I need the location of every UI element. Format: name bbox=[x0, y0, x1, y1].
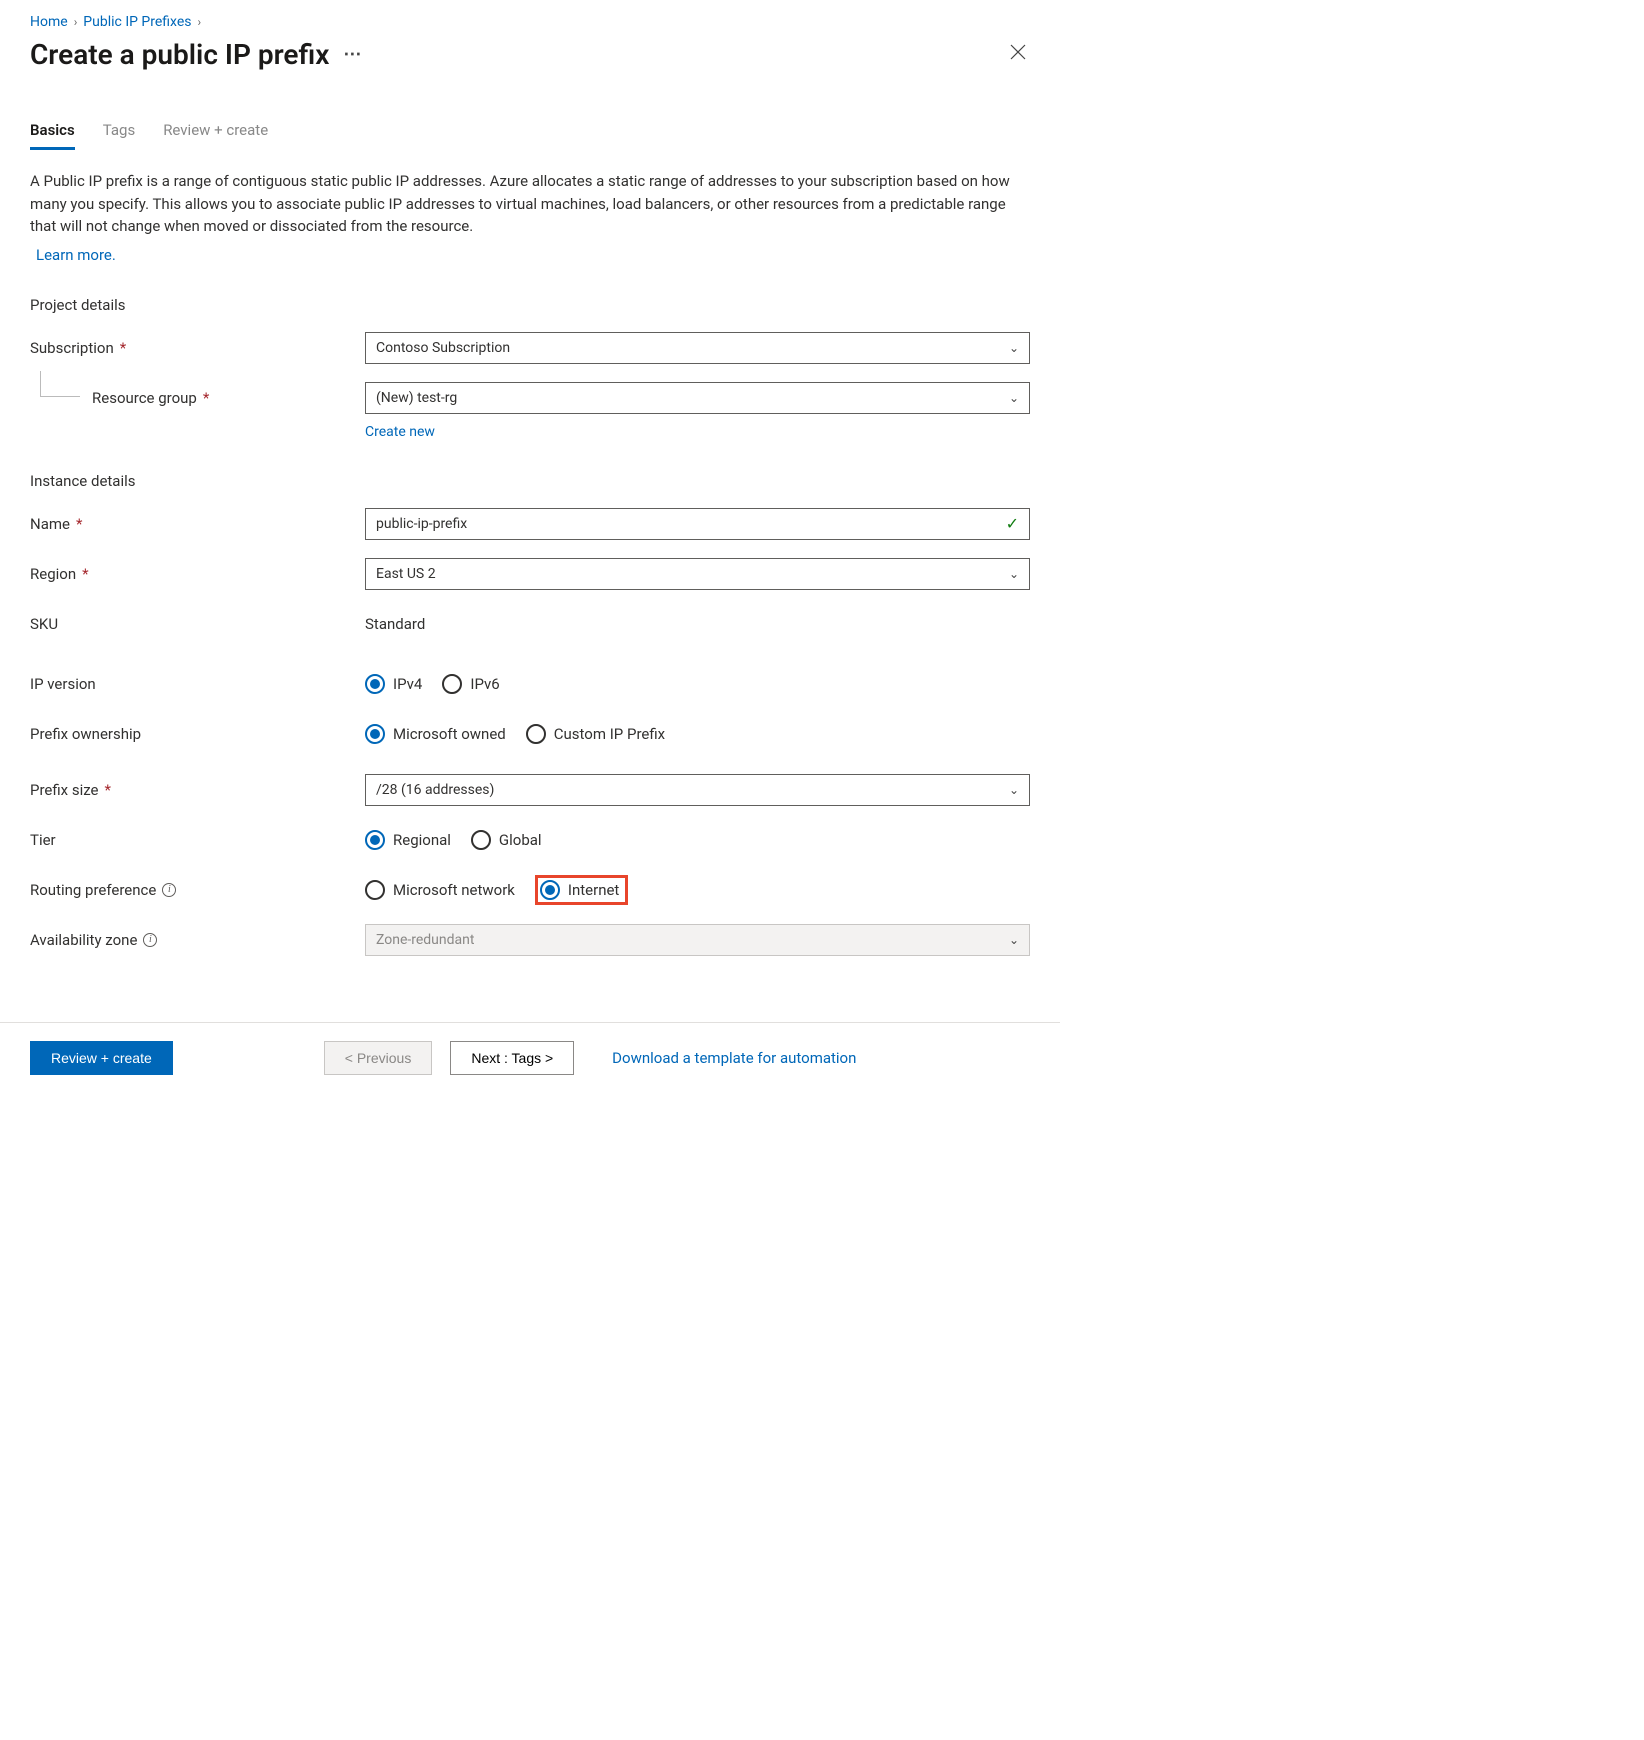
chevron-right-icon: › bbox=[74, 15, 78, 29]
previous-button: < Previous bbox=[324, 1041, 433, 1075]
label-name: Name* bbox=[30, 515, 365, 533]
chevron-down-icon: ⌄ bbox=[1009, 341, 1019, 355]
region-select[interactable]: East US 2 ⌄ bbox=[365, 558, 1030, 590]
radio-ipv6[interactable]: IPv6 bbox=[442, 674, 499, 694]
label-region: Region* bbox=[30, 565, 365, 583]
page-title: Create a public IP prefix ⋯ bbox=[30, 38, 361, 71]
sku-value: Standard bbox=[365, 611, 1030, 637]
tab-basics[interactable]: Basics bbox=[30, 121, 75, 150]
next-button[interactable]: Next : Tags > bbox=[450, 1041, 574, 1075]
close-icon[interactable] bbox=[1006, 40, 1030, 69]
label-routing-preference: Routing preference i bbox=[30, 881, 365, 899]
radio-internet[interactable]: Internet bbox=[540, 880, 619, 900]
tab-review[interactable]: Review + create bbox=[163, 121, 268, 150]
availability-zone-select: Zone-redundant ⌄ bbox=[365, 924, 1030, 956]
subscription-select[interactable]: Contoso Subscription ⌄ bbox=[365, 332, 1030, 364]
chevron-down-icon: ⌄ bbox=[1009, 391, 1019, 405]
name-input[interactable]: public-ip-prefix ✓ bbox=[365, 508, 1030, 540]
prefix-size-select[interactable]: /28 (16 addresses) ⌄ bbox=[365, 774, 1030, 806]
more-icon[interactable]: ⋯ bbox=[343, 44, 361, 65]
label-resource-group: Resource group* bbox=[30, 389, 365, 407]
radio-microsoft-owned[interactable]: Microsoft owned bbox=[365, 724, 506, 744]
radio-global[interactable]: Global bbox=[471, 830, 542, 850]
review-create-button[interactable]: Review + create bbox=[30, 1041, 173, 1075]
label-sku: SKU bbox=[30, 615, 365, 633]
tabs: Basics Tags Review + create bbox=[0, 81, 1060, 150]
radio-ipv4[interactable]: IPv4 bbox=[365, 674, 422, 694]
radio-regional[interactable]: Regional bbox=[365, 830, 451, 850]
label-tier: Tier bbox=[30, 831, 365, 849]
info-icon[interactable]: i bbox=[162, 883, 176, 897]
section-instance-details: Instance details bbox=[30, 472, 1030, 490]
breadcrumb-home[interactable]: Home bbox=[30, 14, 68, 30]
chevron-right-icon: › bbox=[198, 15, 202, 29]
footer-bar: Review + create < Previous Next : Tags >… bbox=[0, 1022, 1060, 1093]
info-icon[interactable]: i bbox=[143, 933, 157, 947]
label-availability-zone: Availability zone i bbox=[30, 931, 365, 949]
chevron-down-icon: ⌄ bbox=[1009, 783, 1019, 797]
chevron-down-icon: ⌄ bbox=[1009, 567, 1019, 581]
resource-group-select[interactable]: (New) test-rg ⌄ bbox=[365, 382, 1030, 414]
chevron-down-icon: ⌄ bbox=[1009, 933, 1019, 947]
create-new-link[interactable]: Create new bbox=[365, 424, 435, 440]
label-prefix-ownership: Prefix ownership bbox=[30, 725, 365, 743]
radio-microsoft-network[interactable]: Microsoft network bbox=[365, 880, 515, 900]
breadcrumb: Home › Public IP Prefixes › bbox=[0, 0, 1060, 38]
label-ip-version: IP version bbox=[30, 675, 365, 693]
radio-custom-ip-prefix[interactable]: Custom IP Prefix bbox=[526, 724, 665, 744]
breadcrumb-parent[interactable]: Public IP Prefixes bbox=[83, 14, 191, 30]
download-template-link[interactable]: Download a template for automation bbox=[612, 1049, 856, 1067]
tab-tags[interactable]: Tags bbox=[103, 121, 135, 150]
page-title-text: Create a public IP prefix bbox=[30, 38, 329, 71]
label-subscription: Subscription* bbox=[30, 339, 365, 357]
highlight-routing-internet: Internet bbox=[535, 875, 628, 905]
check-icon: ✓ bbox=[1006, 514, 1019, 533]
section-project-details: Project details bbox=[30, 296, 1030, 314]
learn-more-link[interactable]: Learn more. bbox=[36, 246, 116, 264]
label-prefix-size: Prefix size* bbox=[30, 781, 365, 799]
intro-text: A Public IP prefix is a range of contigu… bbox=[30, 170, 1030, 238]
